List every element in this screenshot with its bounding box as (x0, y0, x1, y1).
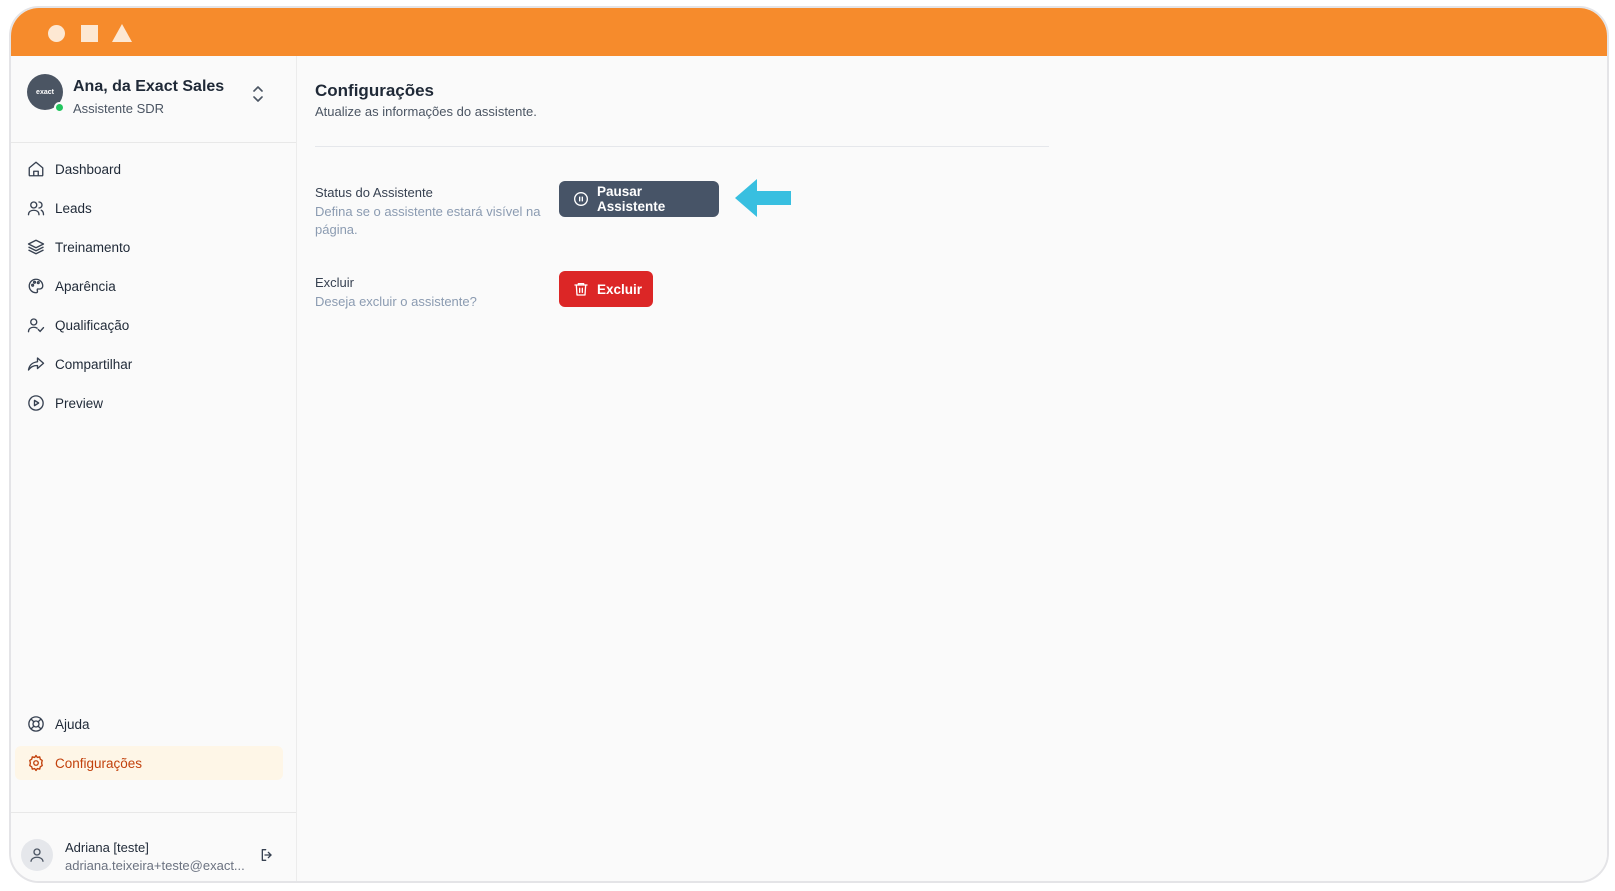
home-icon (27, 160, 45, 178)
status-label: Status do Assistente (315, 185, 433, 200)
sidebar-item-label: Preview (55, 395, 104, 411)
user-profile: Adriana [teste] adriana.teixeira+teste@e… (11, 812, 296, 881)
play-circle-icon (27, 394, 45, 412)
sidebar-item-dashboard[interactable]: Dashboard (15, 152, 283, 186)
page-subtitle: Atualize as informações do assistente. (315, 104, 537, 119)
chevron-up-down-icon[interactable] (251, 84, 265, 104)
sidebar-item-label: Aparência (55, 278, 116, 294)
user-email: adriana.teixeira+teste@exact... (65, 858, 245, 873)
trash-icon (573, 281, 589, 297)
delete-assistant-button[interactable]: Excluir (559, 271, 653, 307)
sidebar-item-treinamento[interactable]: Treinamento (15, 230, 283, 264)
lifebuoy-icon (27, 715, 45, 733)
title-bar (11, 8, 1607, 56)
annotation-arrow-icon (735, 179, 791, 217)
status-description: Defina se o assistente estará visível na… (315, 204, 541, 237)
delete-button-label: Excluir (597, 281, 643, 297)
sidebar-item-label: Configurações (55, 755, 143, 771)
sidebar-item-label: Dashboard (55, 161, 122, 177)
sidebar-item-label: Compartilhar (55, 356, 133, 372)
logout-icon[interactable] (259, 847, 275, 863)
palette-icon (27, 277, 45, 295)
layers-icon (27, 238, 45, 256)
assistant-switcher[interactable]: exact Ana, da Exact Sales Assistente SDR (11, 56, 296, 143)
delete-description: Deseja excluir o assistente? (315, 294, 477, 309)
triangle-shape-icon (112, 24, 132, 42)
sidebar: exact Ana, da Exact Sales Assistente SDR… (11, 56, 297, 881)
pause-circle-icon (573, 191, 589, 207)
pause-button-label: Pausar Assistente (597, 184, 666, 214)
users-icon (27, 199, 45, 217)
assistant-name: Ana, da Exact Sales (73, 78, 225, 95)
circle-shape-icon (48, 25, 65, 42)
online-status-dot (54, 102, 65, 113)
user-icon (30, 848, 44, 862)
share-icon (27, 355, 45, 373)
sidebar-item-configuracoes[interactable]: Configurações (15, 746, 283, 780)
sidebar-item-label: Leads (55, 200, 92, 216)
sidebar-item-compartilhar[interactable]: Compartilhar (15, 347, 283, 381)
sidebar-item-label: Qualificação (55, 317, 130, 333)
square-shape-icon (81, 25, 98, 42)
page-title: Configurações (315, 81, 435, 100)
sidebar-item-qualificacao[interactable]: Qualificação (15, 308, 283, 342)
pause-assistant-button[interactable]: Pausar Assistente (559, 181, 719, 217)
sidebar-item-ajuda[interactable]: Ajuda (15, 707, 283, 741)
assistant-role: Assistente SDR (73, 101, 165, 116)
sidebar-item-label: Treinamento (55, 239, 131, 255)
user-avatar[interactable] (21, 839, 53, 871)
user-name: Adriana [teste] (65, 840, 149, 855)
app-window: exact Ana, da Exact Sales Assistente SDR… (9, 6, 1609, 883)
sidebar-item-preview[interactable]: Preview (15, 386, 283, 420)
sidebar-item-aparencia[interactable]: Aparência (15, 269, 283, 303)
sidebar-item-leads[interactable]: Leads (15, 191, 283, 225)
sidebar-item-label: Ajuda (55, 716, 90, 732)
user-check-icon (27, 316, 45, 334)
gear-icon (27, 754, 45, 772)
divider (315, 146, 1049, 147)
logo-text: exact (36, 88, 54, 96)
main-content: Configurações Atualize as informações do… (297, 56, 1607, 881)
delete-label: Excluir (315, 275, 355, 290)
